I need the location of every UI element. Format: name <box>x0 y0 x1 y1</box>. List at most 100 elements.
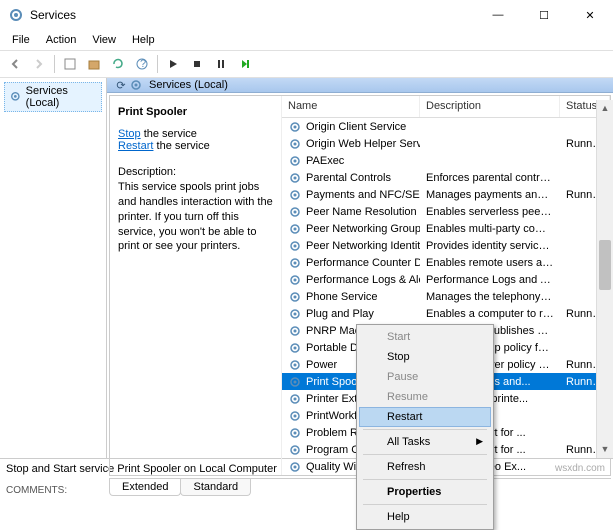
table-row[interactable]: Performance Logs & AlertsPerformance Log… <box>282 271 610 288</box>
list-header: Name Description Status <box>282 96 610 118</box>
services-icon <box>9 90 22 104</box>
gear-icon <box>288 375 302 389</box>
content-header: ⟳ Services (Local) <box>107 78 613 93</box>
cm-pause: Pause <box>359 367 491 387</box>
gear-icon <box>288 290 302 304</box>
window-title: Services <box>30 8 475 22</box>
service-name: Peer Networking Identity M... <box>306 240 420 252</box>
table-row[interactable]: Origin Client Service <box>282 118 610 135</box>
gear-icon <box>288 239 302 253</box>
gear-icon <box>288 273 302 287</box>
cm-properties[interactable]: Properties <box>359 482 491 502</box>
back-button[interactable] <box>4 53 26 75</box>
service-name: Plug and Play <box>306 308 374 320</box>
detail-pane: Print Spooler Stop the service Restart t… <box>110 96 282 475</box>
restart-service-button[interactable] <box>234 53 256 75</box>
refresh-button[interactable] <box>107 53 129 75</box>
pause-service-button[interactable] <box>210 53 232 75</box>
submenu-arrow-icon: ▶ <box>476 436 483 447</box>
gear-icon <box>288 358 302 372</box>
cm-all-tasks[interactable]: All Tasks▶ <box>359 432 491 452</box>
service-name: Phone Service <box>306 291 378 303</box>
tree-item-services-local[interactable]: Services (Local) <box>4 82 102 112</box>
description-text: This service spools print jobs and handl… <box>118 180 273 254</box>
service-name: Origin Web Helper Service <box>306 138 420 150</box>
description-label: Description: <box>118 166 273 178</box>
toolbar: ? <box>0 50 613 78</box>
table-row[interactable]: PAExec <box>282 152 610 169</box>
gear-icon <box>288 154 302 168</box>
cm-refresh[interactable]: Refresh <box>359 457 491 477</box>
table-row[interactable]: Parental Controls Enforces parental contr… <box>282 169 610 186</box>
table-row[interactable]: Peer Networking Identity M...Provides id… <box>282 237 610 254</box>
service-name: Performance Counter DLL ... <box>306 257 420 269</box>
service-name: Parental Controls <box>306 172 391 184</box>
gear-icon <box>288 222 302 236</box>
maximize-button[interactable]: ☐ <box>521 0 567 30</box>
gear-icon <box>288 443 302 457</box>
close-button[interactable]: ✕ <box>567 0 613 30</box>
service-desc: Provides identity services for the ... <box>420 240 560 252</box>
properties-button[interactable] <box>59 53 81 75</box>
gear-icon <box>288 392 302 406</box>
nav-arrow-icon[interactable]: ⟳ <box>113 79 129 92</box>
service-name: Origin Client Service <box>306 121 406 133</box>
export-button[interactable] <box>83 53 105 75</box>
minimize-button[interactable]: — <box>475 0 521 30</box>
cm-stop[interactable]: Stop <box>359 347 491 367</box>
service-name: Payments and NFC/SE Man... <box>306 189 420 201</box>
table-row[interactable]: Peer Name Resolution Prot...Enables serv… <box>282 203 610 220</box>
service-name: Performance Logs & Alerts <box>306 274 420 286</box>
table-row[interactable]: Payments and NFC/SE Man...Manages paymen… <box>282 186 610 203</box>
col-header-name[interactable]: Name <box>282 96 420 117</box>
menu-file[interactable]: File <box>4 32 38 48</box>
comments-label: COMMENTS: <box>6 485 67 496</box>
cm-start: Start <box>359 327 491 347</box>
gear-icon <box>288 460 302 474</box>
tab-standard[interactable]: Standard <box>180 479 251 496</box>
restart-suffix: the service <box>153 140 209 152</box>
gear-icon <box>288 205 302 219</box>
menu-action[interactable]: Action <box>38 32 85 48</box>
service-desc: Manages the telephony state on ... <box>420 291 560 303</box>
table-row[interactable]: Peer Networking GroupingEnables multi-pa… <box>282 220 610 237</box>
service-name: PAExec <box>306 155 344 167</box>
scroll-down-arrow[interactable]: ▼ <box>597 441 613 458</box>
svg-text:?: ? <box>140 58 146 70</box>
start-service-button[interactable] <box>162 53 184 75</box>
table-row[interactable]: Plug and PlayEnables a computer to recog… <box>282 305 610 322</box>
scroll-thumb[interactable] <box>599 240 611 290</box>
stop-service-button[interactable] <box>186 53 208 75</box>
gear-icon <box>288 188 302 202</box>
services-icon <box>129 78 143 92</box>
gear-icon <box>288 137 302 151</box>
cm-resume: Resume <box>359 387 491 407</box>
gear-icon <box>288 171 302 185</box>
table-row[interactable]: Phone Service Manages the telephony state… <box>282 288 610 305</box>
service-name: Peer Name Resolution Prot... <box>306 206 420 218</box>
forward-button[interactable] <box>28 53 50 75</box>
gear-icon <box>288 324 302 338</box>
table-row[interactable]: Origin Web Helper ServiceRunning <box>282 135 610 152</box>
gear-icon <box>288 256 302 270</box>
services-icon <box>8 7 24 23</box>
scroll-up-arrow[interactable]: ▲ <box>597 100 613 117</box>
help-button[interactable]: ? <box>131 53 153 75</box>
menu-view[interactable]: View <box>84 32 124 48</box>
menu-help[interactable]: Help <box>124 32 163 48</box>
stop-suffix: the service <box>141 128 197 140</box>
tab-extended[interactable]: Extended <box>109 479 181 496</box>
selected-service-title: Print Spooler <box>118 106 273 118</box>
cm-help[interactable]: Help <box>359 507 491 527</box>
gear-icon <box>288 426 302 440</box>
vertical-scrollbar[interactable]: ▲ ▼ <box>596 100 613 458</box>
content-header-title: Services (Local) <box>149 79 228 91</box>
stop-link[interactable]: Stop <box>118 128 141 140</box>
context-menu: Start Stop Pause Resume Restart All Task… <box>356 324 494 530</box>
restart-link[interactable]: Restart <box>118 140 153 152</box>
col-header-description[interactable]: Description <box>420 96 560 117</box>
service-desc: Enforces parental controls for chi... <box>420 172 560 184</box>
table-row[interactable]: Performance Counter DLL ...Enables remot… <box>282 254 610 271</box>
cm-restart[interactable]: Restart <box>359 407 491 427</box>
main-area: Services (Local) ⟳ Services (Local) Prin… <box>0 78 613 458</box>
